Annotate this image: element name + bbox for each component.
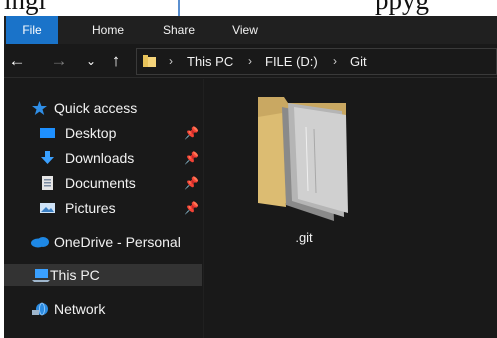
folder-name: .git (295, 230, 313, 245)
sidebar-item-this-pc[interactable]: This PC (4, 264, 202, 286)
sidebar-item-onedrive[interactable]: OneDrive - Personal (4, 231, 202, 253)
file-list: .git (204, 79, 497, 338)
documents-icon (42, 176, 53, 190)
sidebar-item-desktop[interactable]: Desktop 📌 (4, 122, 202, 144)
star-icon (32, 101, 47, 115)
onedrive-cloud-icon (31, 237, 49, 248)
document-text-left: ingi (4, 0, 47, 15)
sidebar-item-quick-access[interactable]: Quick access (4, 97, 202, 119)
sidebar-item-label: OneDrive - Personal (54, 234, 181, 250)
address-bar[interactable]: › This PC › FILE (D:) › Git (136, 48, 497, 75)
navigation-pane: Quick access Desktop 📌 Downloads 📌 Docum… (4, 79, 202, 338)
breadcrumb-this-pc[interactable]: This PC (187, 54, 233, 70)
sidebar-item-network[interactable]: Network (4, 298, 202, 320)
tab-file[interactable]: File (6, 16, 58, 44)
pin-icon[interactable]: 📌 (184, 122, 199, 144)
sidebar-item-label: This PC (50, 267, 100, 283)
computer-icon (32, 269, 50, 282)
pin-icon[interactable]: 📌 (184, 172, 199, 194)
pictures-icon (40, 203, 55, 213)
back-button[interactable]: ← (8, 50, 26, 72)
forward-button[interactable]: → (50, 50, 68, 72)
text-cursor (178, 0, 180, 16)
folder-item-git[interactable]: .git (254, 95, 354, 245)
pin-icon[interactable]: 📌 (184, 197, 199, 219)
sidebar-item-downloads[interactable]: Downloads 📌 (4, 147, 202, 169)
sidebar-item-label: Documents (65, 175, 136, 191)
up-button[interactable]: ↑ (107, 50, 125, 72)
sidebar-item-documents[interactable]: Documents 📌 (4, 172, 202, 194)
pin-icon[interactable]: 📌 (184, 147, 199, 169)
ribbon-tabs: File Home Share View (4, 16, 497, 44)
breadcrumb-drive[interactable]: FILE (D:) (265, 54, 318, 70)
tab-home[interactable]: Home (88, 16, 128, 44)
navigation-bar: ← → ⌄ ↑ › This PC › FILE (D:) › Git (4, 44, 497, 78)
breadcrumb-separator-icon[interactable]: › (248, 53, 252, 69)
breadcrumb-git[interactable]: Git (350, 54, 367, 70)
network-globe-icon (32, 302, 48, 316)
breadcrumb-separator-icon[interactable]: › (333, 53, 337, 69)
desktop-icon (40, 128, 55, 138)
sidebar-item-label: Pictures (65, 200, 116, 216)
breadcrumb-separator-icon[interactable]: › (169, 53, 173, 69)
document-text-strip: ingi ppyg (0, 0, 497, 16)
sidebar-item-label: Downloads (65, 150, 135, 166)
sidebar-item-label: Quick access (54, 100, 138, 116)
tab-view[interactable]: View (228, 16, 262, 44)
folder-icon (258, 97, 348, 221)
downloads-icon (41, 151, 54, 164)
tab-share[interactable]: Share (158, 16, 200, 44)
document-text-right: ppyg (375, 0, 429, 15)
recent-locations-chevron-icon[interactable]: ⌄ (84, 50, 98, 72)
sidebar-item-pictures[interactable]: Pictures 📌 (4, 197, 202, 219)
sidebar-item-label: Desktop (65, 125, 117, 141)
sidebar-item-label: Network (54, 301, 106, 317)
folder-icon (143, 55, 156, 67)
file-explorer-window: File Home Share View ← → ⌄ ↑ › This PC ›… (4, 16, 497, 338)
